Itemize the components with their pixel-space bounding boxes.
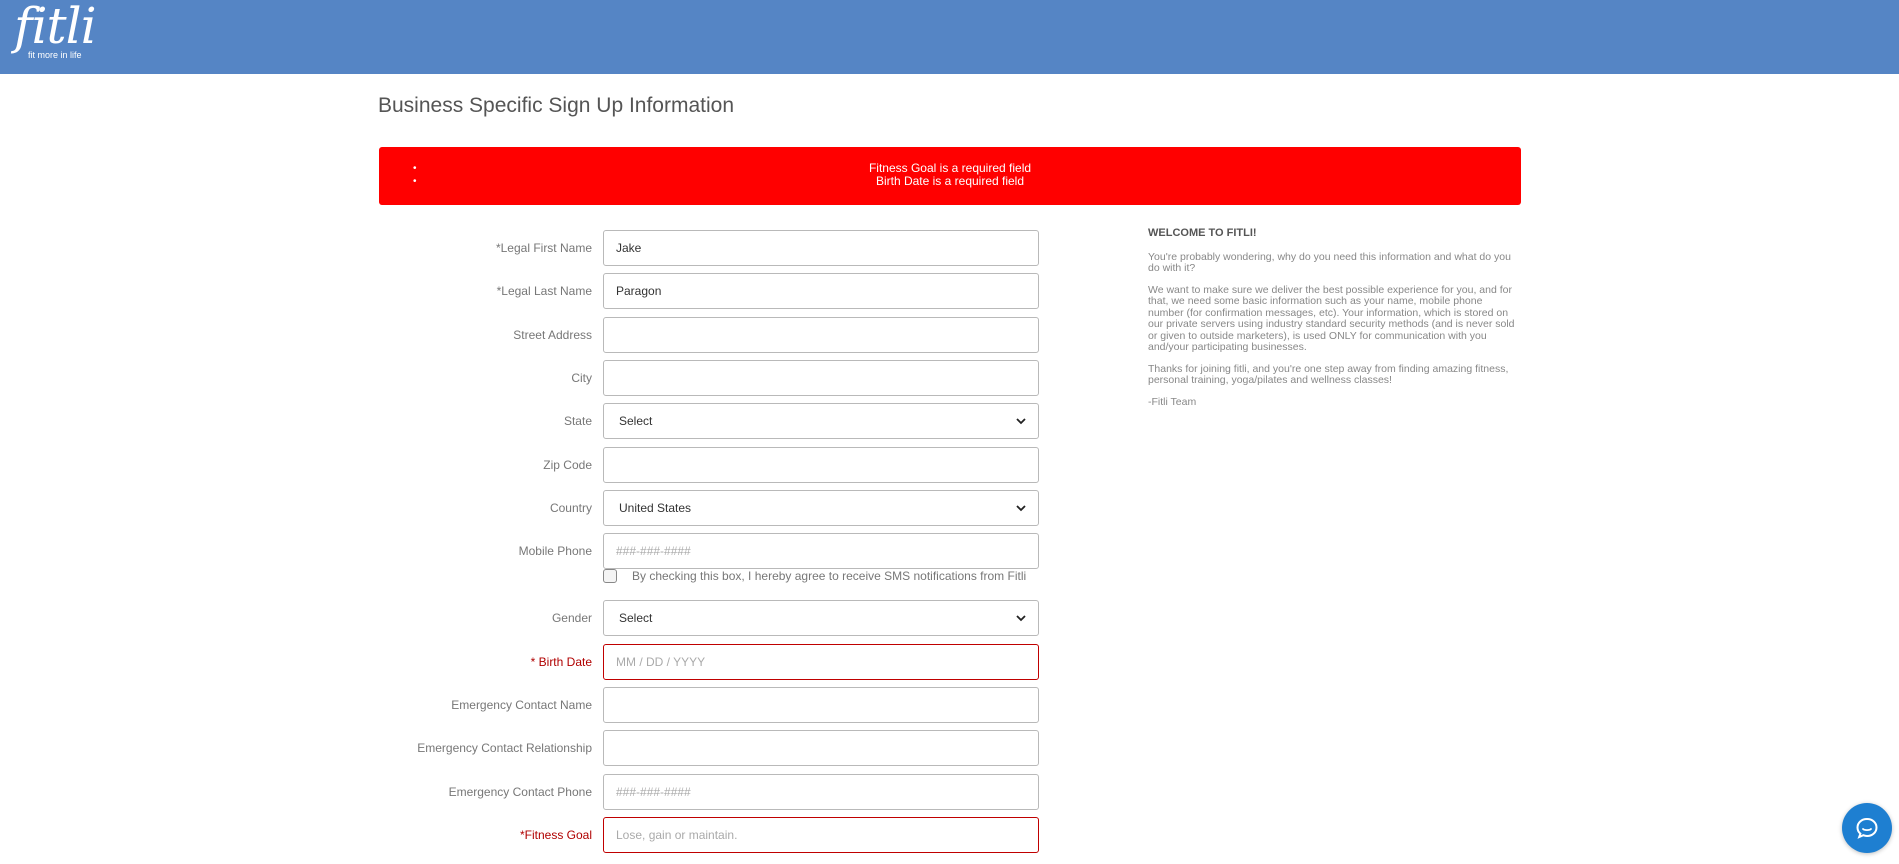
- emergency-phone-input[interactable]: [603, 774, 1039, 810]
- mobile-phone-row: Mobile Phone: [379, 533, 1039, 569]
- sms-consent-row: By checking this box, I hereby agree to …: [603, 567, 1027, 585]
- logo-tagline: fit more in life: [28, 50, 82, 60]
- zip-label: Zip Code: [543, 458, 592, 472]
- state-row: State Select: [379, 403, 1039, 439]
- first-name-label: *Legal First Name: [495, 241, 592, 255]
- chat-bubble-icon: [1856, 817, 1878, 839]
- birth-date-label: * Birth Date: [530, 655, 592, 669]
- country-row: Country United States: [379, 490, 1039, 526]
- city-label: City: [571, 371, 592, 385]
- birth-date-input[interactable]: [603, 644, 1039, 680]
- last-name-label: *Legal Last Name: [496, 284, 592, 298]
- chat-button[interactable]: [1842, 803, 1892, 853]
- sms-consent-label: By checking this box, I hereby agree to …: [632, 569, 1027, 583]
- birth-date-row: * Birth Date: [379, 644, 1039, 680]
- page-title: Business Specific Sign Up Information: [378, 94, 735, 117]
- emergency-phone-row: Emergency Contact Phone: [379, 774, 1039, 810]
- street-address-row: Street Address: [379, 317, 1039, 353]
- emergency-name-input[interactable]: [603, 687, 1039, 723]
- welcome-paragraph: We want to make sure we deliver the best…: [1148, 283, 1515, 353]
- welcome-signature: -Fitli Team: [1148, 395, 1197, 408]
- city-row: City: [379, 360, 1039, 396]
- error-text: Birth Date is a required field: [875, 174, 1025, 188]
- error-item: • Birth Date is a required field: [379, 175, 1521, 188]
- error-text: Fitness Goal is a required field: [868, 161, 1032, 175]
- gender-row: Gender Select: [379, 600, 1039, 636]
- emergency-relationship-row: Emergency Contact Relationship: [379, 730, 1039, 766]
- state-label: State: [563, 414, 592, 428]
- last-name-row: *Legal Last Name: [379, 273, 1039, 309]
- gender-label: Gender: [551, 611, 592, 625]
- fitness-goal-input[interactable]: [603, 817, 1039, 853]
- welcome-heading: WELCOME TO FITLI!: [1148, 227, 1257, 239]
- chevron-down-icon: [1016, 418, 1026, 425]
- error-bullet: •: [413, 176, 417, 187]
- state-selected-value: Select: [619, 414, 653, 428]
- fitness-goal-label: *Fitness Goal: [519, 828, 592, 842]
- chevron-down-icon: [1016, 505, 1026, 512]
- zip-row: Zip Code: [379, 447, 1039, 483]
- country-label: Country: [549, 501, 592, 515]
- error-bullet: •: [413, 163, 417, 174]
- state-select[interactable]: Select: [603, 403, 1039, 439]
- first-name-input[interactable]: [603, 230, 1039, 266]
- error-list: • Fitness Goal is a required field • Bir…: [379, 162, 1521, 188]
- welcome-paragraph: Thanks for joining fitli, and you're one…: [1148, 362, 1509, 386]
- street-address-label: Street Address: [513, 328, 592, 342]
- last-name-input[interactable]: [603, 273, 1039, 309]
- fitli-logo[interactable]: fitli fit more in life: [12, 0, 97, 68]
- emergency-phone-label: Emergency Contact Phone: [448, 785, 592, 799]
- city-input[interactable]: [603, 360, 1039, 396]
- chevron-down-icon: [1016, 615, 1026, 622]
- emergency-relationship-label: Emergency Contact Relationship: [417, 741, 592, 755]
- top-header-bar: fitli fit more in life: [0, 0, 1899, 74]
- logo-wordmark: fitli: [14, 0, 97, 55]
- zip-input[interactable]: [603, 447, 1039, 483]
- gender-select[interactable]: Select: [603, 600, 1039, 636]
- gender-selected-value: Select: [619, 611, 653, 625]
- welcome-paragraph: You're probably wondering, why do you ne…: [1148, 250, 1511, 274]
- mobile-phone-label: Mobile Phone: [518, 544, 592, 558]
- country-selected-value: United States: [619, 501, 692, 515]
- mobile-phone-input[interactable]: [603, 533, 1039, 569]
- street-address-input[interactable]: [603, 317, 1039, 353]
- emergency-name-row: Emergency Contact Name: [379, 687, 1039, 723]
- welcome-panel: WELCOME TO FITLI! You're probably wonder…: [1148, 227, 1518, 418]
- emergency-name-label: Emergency Contact Name: [451, 698, 592, 712]
- first-name-row: *Legal First Name: [379, 230, 1039, 266]
- fitness-goal-row: *Fitness Goal: [379, 817, 1039, 853]
- emergency-relationship-input[interactable]: [603, 730, 1039, 766]
- error-alert: • Fitness Goal is a required field • Bir…: [379, 147, 1521, 205]
- sms-consent-checkbox[interactable]: [603, 569, 617, 583]
- country-select[interactable]: United States: [603, 490, 1039, 526]
